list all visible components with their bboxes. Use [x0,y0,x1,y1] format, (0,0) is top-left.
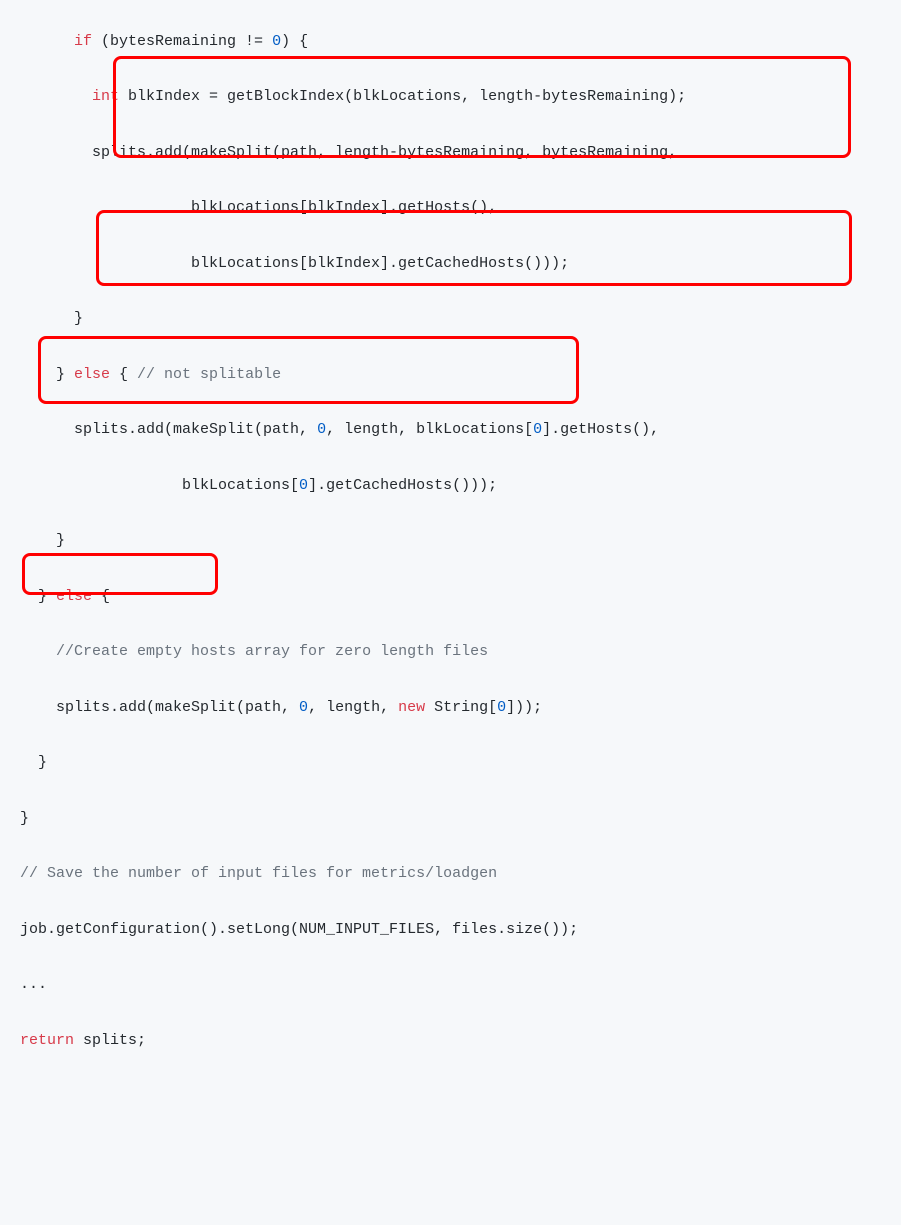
code-text: splits.add(makeSplit(path, [20,421,317,438]
indent [20,88,92,105]
code-line: } [20,305,881,333]
code-text: } [20,532,65,549]
code-text: blkLocations[blkIndex].getHosts(), [20,199,497,216]
code-line: splits.add(makeSplit(path, length-bytesR… [20,139,881,167]
code-text: ].getCachedHosts())); [308,477,497,494]
code-text: , length, [308,699,398,716]
number-literal: 0 [533,421,542,438]
keyword-else: else [56,588,92,605]
code-text: } [20,754,47,771]
keyword-return: return [20,1032,74,1049]
code-line: } else { // not splitable [20,361,881,389]
code-text: splits.add(makeSplit(path, length-bytesR… [20,144,677,161]
code-text: ])); [506,699,542,716]
code-text: splits; [74,1032,146,1049]
code-line: blkLocations[blkIndex].getHosts(), [20,194,881,222]
code-line: } else { [20,583,881,611]
code-line: int blkIndex = getBlockIndex(blkLocation… [20,83,881,111]
code-line: blkLocations[0].getCachedHosts())); [20,472,881,500]
code-text: { [110,366,137,383]
keyword-else: else [74,366,110,383]
comment: //Create empty hosts array for zero leng… [56,643,488,660]
code-text: ) { [281,33,308,50]
number-literal: 0 [497,699,506,716]
number-literal: 0 [299,699,308,716]
keyword-int: int [92,88,119,105]
number-literal: 0 [317,421,326,438]
comment: // Save the number of input files for me… [20,865,497,882]
code-text: ].getHosts(), [542,421,659,438]
code-text: ... [20,976,47,993]
code-text: { [92,588,110,605]
code-text: String[ [425,699,497,716]
code-line: splits.add(makeSplit(path, 0, length, ne… [20,694,881,722]
code-line: return splits; [20,1027,881,1055]
keyword-if: if [74,33,92,50]
code-line: ... [20,971,881,999]
code-text: splits.add(makeSplit(path, [20,699,299,716]
keyword-new: new [398,699,425,716]
code-text: } [20,810,29,827]
code-text: } [20,366,74,383]
code-text: } [20,588,56,605]
code-text: } [20,310,83,327]
code-line: job.getConfiguration().setLong(NUM_INPUT… [20,916,881,944]
code-text: blkLocations[ [20,477,299,494]
code-text: , length, blkLocations[ [326,421,533,438]
code-text: blkIndex = getBlockIndex(blkLocations, l… [119,88,686,105]
code-block: if (bytesRemaining != 0) { int blkIndex … [0,0,901,1225]
indent [20,643,56,660]
code-line: // Save the number of input files for me… [20,860,881,888]
code-line: } [20,527,881,555]
comment: // not splitable [137,366,281,383]
code-line: } [20,749,881,777]
number-literal: 0 [299,477,308,494]
code-line: if (bytesRemaining != 0) { [20,28,881,56]
code-line: } [20,805,881,833]
code-text: blkLocations[blkIndex].getCachedHosts())… [20,255,569,272]
code-text: job.getConfiguration().setLong(NUM_INPUT… [20,921,578,938]
indent [20,33,74,50]
code-line: //Create empty hosts array for zero leng… [20,638,881,666]
number-literal: 0 [272,33,281,50]
code-text: (bytesRemaining != [92,33,272,50]
code-line: blkLocations[blkIndex].getCachedHosts())… [20,250,881,278]
code-line: splits.add(makeSplit(path, 0, length, bl… [20,416,881,444]
